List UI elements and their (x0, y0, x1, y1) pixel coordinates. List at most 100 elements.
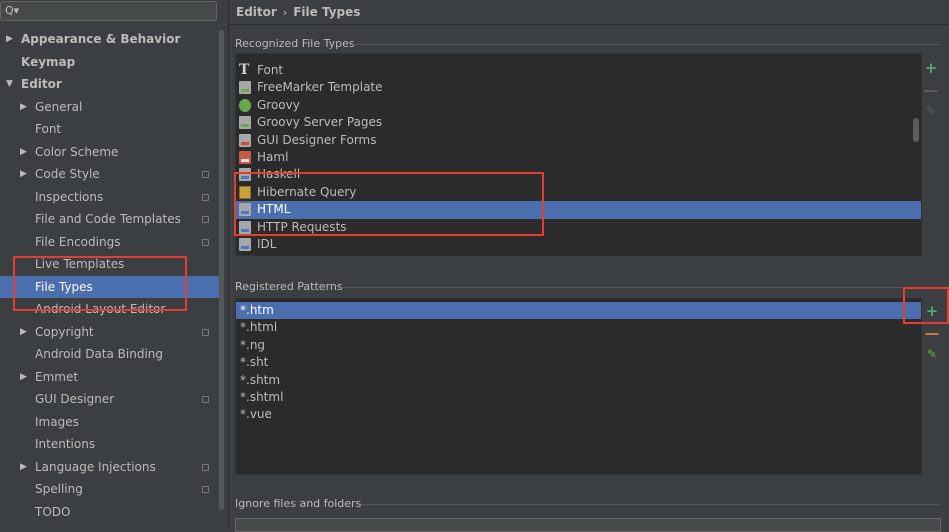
sidebar-item-file-types[interactable]: File Types (0, 275, 224, 298)
sidebar-item-color-scheme[interactable]: ▶ Color Scheme (0, 141, 224, 164)
sidebar-item-general[interactable]: ▶ General (0, 96, 224, 119)
sidebar-item-label: File Types (35, 279, 93, 294)
add-file-type-button[interactable]: + (923, 60, 939, 76)
sidebar-item-editor[interactable]: ▼ Editor (0, 73, 224, 96)
project-scope-icon (202, 486, 209, 493)
tree-scrollbar[interactable] (219, 30, 224, 510)
list-item[interactable]: HTML (236, 201, 921, 219)
section-divider (361, 504, 941, 505)
list-item[interactable]: Haskell (236, 166, 906, 183)
list-item[interactable]: *.html (236, 319, 921, 336)
remove-file-type-button[interactable]: — (923, 82, 939, 98)
file-type-label: Groovy (257, 97, 300, 112)
breadcrumb-current: File Types (293, 5, 361, 19)
pattern-label: *.ng (240, 337, 266, 352)
sidebar-item-label: Keymap (21, 54, 76, 69)
sidebar-item-file-and-code-templates[interactable]: File and Code Templates (0, 208, 224, 231)
file-type-icon (239, 81, 251, 95)
sidebar-item-appearance-behavior[interactable]: ▶ Appearance & Behavior (0, 28, 224, 51)
chevron-right-icon[interactable]: ▶ (20, 366, 27, 389)
ignore-files-input[interactable] (235, 518, 941, 532)
sidebar-item-label: File Encodings (35, 234, 121, 249)
settings-tree: ▶ Appearance & Behavior Keymap ▼ Editor ▶ Gene… (0, 28, 224, 523)
sidebar-item-emmet[interactable]: ▶ Emmet (0, 366, 224, 389)
sidebar-item-spelling[interactable]: Spelling (0, 478, 224, 501)
file-type-label: Hibernate Query (257, 184, 357, 199)
registered-patterns-list[interactable]: *.htm *.html *.ng *.sht *.shtm *.shtml *.vue (235, 298, 922, 475)
list-item[interactable]: T Font (236, 62, 906, 79)
list-item[interactable]: FreeMarker Template (236, 79, 906, 96)
sidebar-item-font[interactable]: Font (0, 118, 224, 141)
file-type-icon (239, 220, 251, 234)
sidebar-item-android-data-binding[interactable]: Android Data Binding (0, 343, 224, 366)
recognized-file-types-title: Recognized File Types (235, 37, 355, 50)
file-type-icon (239, 168, 251, 182)
list-item[interactable]: *.ng (236, 337, 921, 354)
list-item[interactable]: *.shtml (236, 389, 921, 406)
list-item[interactable]: Hibernate Query (236, 184, 906, 201)
sidebar-item-live-templates[interactable]: Live Templates (0, 253, 224, 276)
chevron-right-icon[interactable]: ▶ (20, 321, 27, 344)
sidebar-item-inspections[interactable]: Inspections (0, 186, 224, 209)
sidebar-item-file-encodings[interactable]: File Encodings (0, 231, 224, 254)
file-types-panel: Editor › File Types Recognized File Types … (229, 0, 949, 532)
sidebar-item-language-injections[interactable]: ▶ Language Injections (0, 456, 224, 479)
file-type-label: Haml (257, 150, 289, 164)
chevron-right-icon[interactable]: ▶ (20, 456, 27, 479)
search-input[interactable]: Q▾ (0, 1, 217, 21)
list-item[interactable]: *.htm (236, 302, 921, 320)
chevron-right-icon[interactable]: ▶ (6, 28, 13, 51)
project-scope-icon (202, 328, 209, 336)
project-scope-icon (202, 193, 209, 201)
sidebar-item-gui-designer[interactable]: GUI Designer (0, 388, 224, 411)
file-type-label: Font (257, 63, 284, 77)
add-pattern-button[interactable]: + (924, 303, 940, 319)
edit-file-type-button[interactable]: ✎ (923, 103, 939, 119)
file-type-label: GUI Designer Forms (257, 132, 377, 147)
sidebar-item-label: GUI Designer (35, 392, 115, 406)
list-item[interactable]: GUI Designer Forms (236, 132, 906, 149)
sidebar-item-code-style[interactable]: ▶ Code Style (0, 163, 224, 186)
breadcrumb-separator: › (282, 6, 288, 19)
list-item[interactable]: *.shtm (236, 372, 921, 389)
sidebar-item-label: Emmet (35, 369, 79, 384)
list-item[interactable]: Haml (236, 149, 906, 166)
project-scope-icon (202, 396, 209, 403)
pattern-label: *.html (240, 320, 278, 335)
list-item[interactable]: *.sht (236, 354, 921, 371)
sidebar-item-label: Copyright (35, 324, 94, 339)
sidebar-item-android-layout-editor[interactable]: Android Layout Editor (0, 298, 224, 321)
groovy-icon (239, 98, 251, 112)
sidebar-item-label: Spelling (35, 482, 83, 496)
file-type-icon (239, 116, 251, 130)
sidebar-item-todo[interactable]: TODO (0, 501, 224, 524)
sidebar-item-intentions[interactable]: Intentions (0, 433, 224, 456)
chevron-right-icon[interactable]: ▶ (20, 141, 27, 164)
sidebar-item-label: Font (35, 122, 62, 136)
sidebar-item-label: Code Style (35, 167, 100, 181)
pattern-label: *.sht (240, 355, 269, 370)
recognized-list-scrollbar[interactable] (913, 118, 919, 142)
chevron-right-icon[interactable]: ▶ (20, 96, 27, 119)
sidebar-item-copyright[interactable]: ▶ Copyright (0, 321, 224, 344)
edit-pattern-button[interactable]: ✎ (924, 346, 940, 362)
list-item[interactable]: Groovy Server Pages (236, 114, 906, 131)
pattern-label: *.shtm (240, 372, 281, 387)
hibernate-icon (239, 185, 251, 199)
recognized-file-types-list[interactable]: T Font FreeMarker Template Groovy Groovy Ser… (235, 53, 922, 256)
list-item[interactable]: IDL (236, 236, 906, 253)
file-type-label: HTTP Requests (257, 219, 347, 234)
remove-pattern-button[interactable]: — (924, 325, 940, 341)
list-item[interactable]: HTTP Requests (236, 219, 906, 236)
sidebar-item-label: Color Scheme (35, 144, 119, 159)
sidebar-item-label: Intentions (35, 437, 96, 451)
list-item[interactable]: *.vue (236, 406, 921, 423)
list-item[interactable]: Groovy (236, 97, 906, 114)
breadcrumb-parent[interactable]: Editor (236, 5, 277, 19)
chevron-down-icon[interactable]: ▼ (6, 73, 13, 96)
sidebar-item-label: TODO (35, 504, 71, 519)
breadcrumb: Editor › File Types (236, 4, 360, 20)
sidebar-item-keymap[interactable]: Keymap (0, 51, 224, 74)
sidebar-item-images[interactable]: Images (0, 411, 224, 434)
chevron-right-icon[interactable]: ▶ (20, 163, 27, 186)
